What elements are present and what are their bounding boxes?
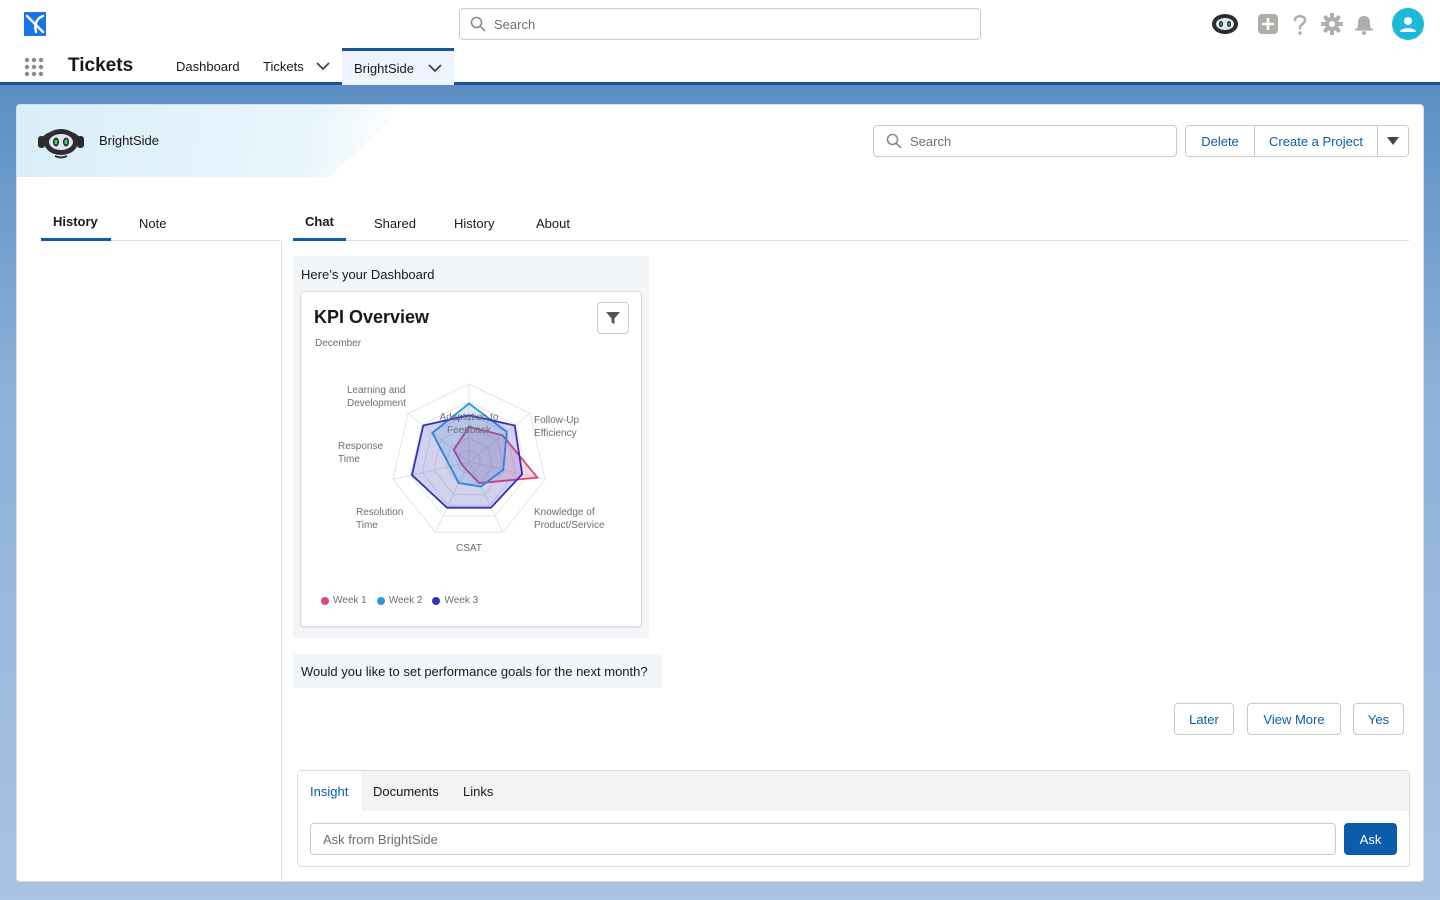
chat-message-question: Would you like to set performance goals … [293,654,662,688]
search-icon [886,133,902,149]
user-icon [1400,17,1416,32]
later-button[interactable]: Later [1174,703,1234,735]
ask-button[interactable]: Ask [1344,823,1397,855]
composer-tabset: Insight Documents Links [298,771,1409,811]
record-header: BrightSide Delete Create a Project [17,105,1423,177]
legend-item[interactable]: Week 1 [321,595,367,606]
record-search-input[interactable] [910,133,1160,149]
notification-bell-icon[interactable] [1352,12,1376,36]
nav-item-tickets[interactable]: Tickets [263,48,330,85]
record-name: BrightSide [99,133,159,148]
radar-axis-label: Learning and Development [347,385,406,409]
radar-chart: Adaptation to FeedbackFollow-Up Efficiency… [338,383,605,554]
legend-dot [321,596,329,605]
panel-divider [281,241,282,881]
yes-button[interactable]: Yes [1353,703,1404,735]
global-header [0,0,1440,48]
brightside-bot-icon [38,129,84,159]
more-actions-button[interactable] [1378,126,1408,156]
tab-note[interactable]: Note [139,205,166,241]
kpi-title: KPI Overview [314,307,430,327]
radar-axis-label: Response Time [338,441,383,465]
nav-item-label: Tickets [263,59,304,74]
record-actions: Delete Create a Project [1185,125,1409,157]
tab-about[interactable]: About [536,205,570,241]
record-search[interactable] [873,125,1177,157]
radar-axis-label: Knowledge of Product/Service [534,507,605,531]
delete-button[interactable]: Delete [1186,126,1255,156]
user-avatar[interactable] [1392,8,1424,40]
kpi-subtitle: December [315,338,362,349]
tab-links[interactable]: Links [463,771,493,811]
view-more-button[interactable]: View More [1247,703,1341,735]
nav-item-label: BrightSide [354,60,414,76]
radar-axis-label: Resolution Time [356,507,403,531]
help-icon[interactable] [1288,12,1312,36]
main-tabset: Chat Shared History About [293,205,1409,241]
radar-axis-label: Follow-Up Efficiency [534,415,579,439]
chart-legend: Week 1 Week 2 Week 3 [321,595,478,606]
ask-input[interactable] [310,823,1336,855]
tab-history-main[interactable]: History [454,205,494,241]
tab-history[interactable]: History [41,205,111,241]
legend-dot [432,596,441,605]
global-search[interactable] [459,8,981,40]
app-logo-icon[interactable] [22,10,48,38]
tab-shared[interactable]: Shared [374,205,416,241]
nav-item-dashboard[interactable]: Dashboard [176,48,240,85]
legend-dot [376,596,385,605]
caret-down-icon [1387,137,1399,145]
filter-icon [606,312,620,324]
gear-icon[interactable] [1320,12,1344,36]
filter-button[interactable] [597,302,629,334]
legend-item[interactable]: Week 3 [432,595,478,606]
chevron-down-icon[interactable] [316,62,330,71]
global-search-input[interactable] [494,16,954,32]
legend-label: Week 1 [333,595,367,606]
record-card: BrightSide Delete Create a Project Histo… [16,104,1424,882]
tab-chat[interactable]: Chat [293,205,346,241]
legend-label: Week 2 [388,595,423,606]
composer: Insight Documents Links Ask [297,770,1410,867]
chevron-down-icon[interactable] [428,63,442,73]
chat-message-dashboard: Here’s your Dashboard KPI Overview Decem… [293,256,649,638]
header-gradient [17,105,407,177]
tab-insight[interactable]: Insight [298,771,362,811]
add-icon[interactable] [1256,12,1280,36]
chat-message-text: Here’s your Dashboard [301,267,435,282]
legend-item[interactable]: Week 2 [376,595,423,606]
tab-documents[interactable]: Documents [373,771,439,811]
app-launcher-icon[interactable] [24,57,44,77]
nav-item-brightside[interactable]: BrightSide [342,48,454,85]
radar-axis-label: CSAT [456,543,482,554]
nav-item-label: Dashboard [176,59,240,74]
app-navigation-bar: Tickets Dashboard Tickets BrightSide [0,48,1440,85]
chat-message-text: Would you like to set performance goals … [301,663,648,679]
left-tabset: History Note [41,205,281,241]
bot-icon[interactable] [1210,11,1240,37]
app-name: Tickets [68,55,134,76]
create-project-button[interactable]: Create a Project [1255,126,1378,156]
legend-label: Week 3 [444,595,479,606]
kpi-card: KPI Overview December Adaptation to Feedb… [300,291,642,627]
search-icon [470,16,486,32]
